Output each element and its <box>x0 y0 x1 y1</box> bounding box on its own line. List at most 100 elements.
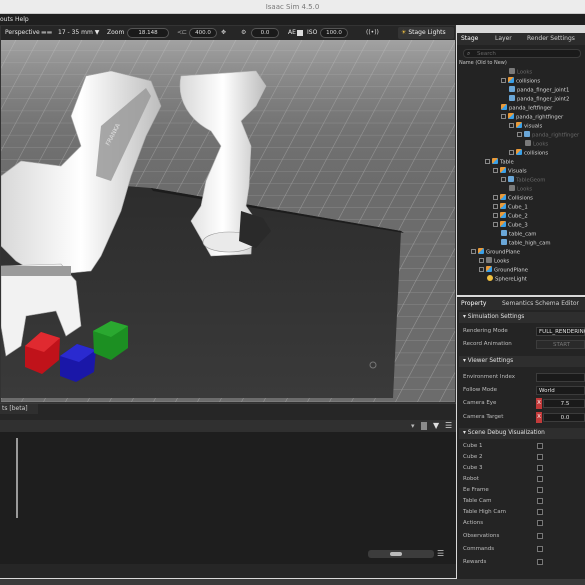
xform-icon <box>500 203 506 209</box>
rotation-field[interactable]: 0.0 <box>251 28 279 38</box>
menu-item-layouts[interactable]: outs <box>0 16 13 23</box>
tree-item[interactable]: GroundPlane <box>479 266 528 275</box>
expand-icon[interactable] <box>509 123 514 128</box>
xform-icon <box>516 122 522 128</box>
expand-icon[interactable] <box>493 222 498 227</box>
tree-item[interactable]: Table <box>485 158 514 167</box>
tree-item[interactable]: TableGeom <box>501 176 545 185</box>
tab-semantics-schema-editor[interactable]: Semantics Schema Editor <box>502 300 579 307</box>
expand-icon[interactable] <box>493 168 498 173</box>
console-tab[interactable]: ts [beta] <box>0 404 38 414</box>
lens-selector[interactable]: 17 - 35 mm ▼ <box>58 28 99 38</box>
debug-checkbox[interactable] <box>537 454 543 460</box>
section-title: Viewer Settings <box>467 358 514 364</box>
record-start-button[interactable]: START <box>536 340 585 349</box>
console-log[interactable] <box>0 432 456 564</box>
tree-item[interactable]: Looks <box>525 140 548 149</box>
tree-item[interactable]: Cube_2 <box>493 212 528 221</box>
debug-checkbox[interactable] <box>537 533 543 539</box>
environment-index-field[interactable] <box>536 373 585 382</box>
debug-checkbox[interactable] <box>537 559 543 565</box>
menu-item-help[interactable]: Help <box>15 16 29 23</box>
debug-checkbox[interactable] <box>537 443 543 449</box>
camera-eye-label: Camera Eye <box>463 400 497 406</box>
folder-icon <box>509 185 515 191</box>
axis-x-badge: X <box>536 398 542 409</box>
tree-item[interactable]: SphereLight <box>487 275 527 284</box>
tree-item[interactable]: collisions <box>501 77 540 86</box>
filter-icon[interactable]: ▼ <box>433 421 439 430</box>
expand-icon[interactable] <box>509 150 514 155</box>
camera-icon[interactable]: ▬▬ <box>41 28 52 38</box>
debug-checkbox[interactable] <box>537 498 543 504</box>
iso-field[interactable]: 100.0 <box>320 28 348 38</box>
gear-icon[interactable]: ⚙ <box>241 28 246 38</box>
light-icon <box>487 275 493 281</box>
stage-lights-button[interactable]: ☀ Stage Lights <box>398 27 454 39</box>
tree-item[interactable]: table_high_cam <box>501 239 551 248</box>
expand-icon[interactable] <box>501 177 506 182</box>
menu-icon[interactable]: ☰ <box>445 421 452 430</box>
tree-item[interactable]: GroundPlane <box>471 248 520 257</box>
tab-render-settings[interactable]: Render Settings <box>527 35 575 42</box>
list-icon[interactable]: ☰ <box>437 549 444 558</box>
camera-selector[interactable]: Perspective <box>5 28 40 38</box>
expand-icon[interactable] <box>501 78 506 83</box>
debug-checkbox[interactable] <box>537 465 543 471</box>
tree-item[interactable]: panda_leftfinger <box>501 104 552 113</box>
tree-item[interactable]: Collisions <box>493 194 533 203</box>
tree-item[interactable]: table_cam <box>501 230 536 239</box>
tree-item[interactable]: panda_finger_joint1 <box>509 86 569 95</box>
debug-checkbox[interactable] <box>537 509 543 515</box>
tree-item[interactable]: collisions <box>509 149 548 158</box>
stage-search-input[interactable]: ⌕ Search <box>463 49 581 58</box>
signal-icon[interactable]: ((•)) <box>366 28 379 38</box>
zoom-field[interactable]: 18.148 <box>127 28 169 38</box>
speed-field[interactable]: 400.0 <box>189 28 217 38</box>
chevron-down-icon[interactable]: ▾ <box>411 422 415 430</box>
tree-item[interactable]: panda_rightfinger <box>517 131 579 140</box>
ae-checkbox[interactable] <box>297 30 303 36</box>
debug-checkbox[interactable] <box>537 476 543 482</box>
expand-icon[interactable] <box>517 132 522 137</box>
debug-checkbox[interactable] <box>537 520 543 526</box>
rendering-mode-select[interactable]: FULL_RENDERING <box>536 327 585 336</box>
expand-icon[interactable] <box>493 213 498 218</box>
tree-item[interactable]: Visuals <box>493 167 527 176</box>
tree-item[interactable]: Cube_3 <box>493 221 528 230</box>
camera-eye-x-field[interactable]: 7.5 <box>543 399 585 408</box>
section-simulation-settings[interactable]: ▾ Simulation Settings <box>459 312 585 323</box>
tree-item[interactable]: panda_finger_joint2 <box>509 95 569 104</box>
tab-stage[interactable]: Stage <box>461 35 478 42</box>
move-icon[interactable]: ✥ <box>221 28 226 38</box>
section-scene-debug-visualization[interactable]: ▾ Scene Debug Visualization <box>459 428 585 439</box>
expand-icon[interactable] <box>479 267 484 272</box>
scene-render[interactable]: FRANKA <box>1 26 456 403</box>
expand-icon[interactable] <box>471 249 476 254</box>
tree-item[interactable]: Cube_1 <box>493 203 528 212</box>
console-hscroll[interactable] <box>368 550 434 558</box>
tree-item[interactable]: Looks <box>509 68 532 77</box>
tree-header[interactable]: Name (Old to New) <box>459 60 585 68</box>
expand-icon[interactable] <box>485 159 490 164</box>
tree-item[interactable]: Looks <box>479 257 509 266</box>
expand-icon[interactable] <box>501 114 506 119</box>
expand-icon[interactable] <box>479 258 484 263</box>
tab-property[interactable]: Property <box>461 300 486 307</box>
console-hscroll-thumb[interactable] <box>390 552 402 556</box>
console-scrollbar[interactable] <box>16 438 18 518</box>
debug-item-label: Observations <box>463 533 500 539</box>
tab-layer[interactable]: Layer <box>495 35 512 42</box>
tree-item[interactable]: panda_rightfinger <box>501 113 563 122</box>
section-viewer-settings[interactable]: ▾ Viewer Settings <box>459 356 585 367</box>
tree-item[interactable]: Looks <box>509 185 532 194</box>
bookmark-icon[interactable] <box>421 422 427 430</box>
camera-target-x-field[interactable]: 0.0 <box>543 413 585 422</box>
debug-checkbox[interactable] <box>537 487 543 493</box>
follow-mode-select[interactable]: World <box>536 386 585 395</box>
tree-item[interactable]: visuals <box>509 122 542 131</box>
debug-checkbox[interactable] <box>537 546 543 552</box>
expand-icon[interactable] <box>493 204 498 209</box>
viewport[interactable]: FRANKA Perspective ▬▬ 17 - 35 mm ▼ Zoom … <box>0 25 456 403</box>
expand-icon[interactable] <box>493 195 498 200</box>
